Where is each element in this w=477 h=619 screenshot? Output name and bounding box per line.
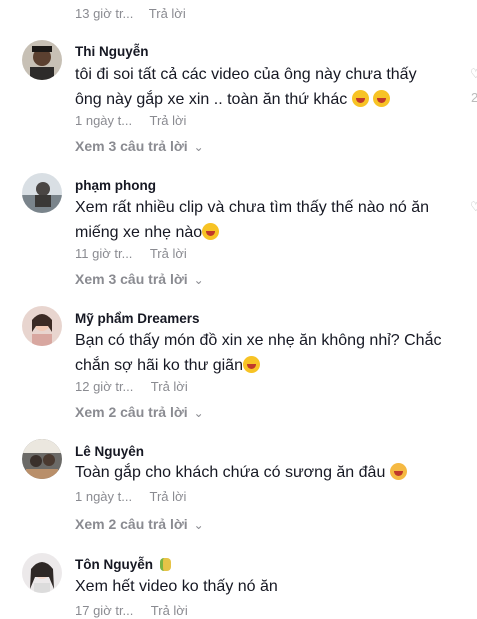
comment-author[interactable]: phạm phong: [75, 178, 156, 193]
comment-meta: 17 giờ tr... Trả lời: [75, 603, 188, 618]
comment-meta: 1 ngày t... Trả lời: [75, 489, 186, 504]
comment-text: Toàn gắp cho khách chứa có sương ăn đâu: [75, 460, 460, 485]
laugh-emoji-icon: [351, 90, 369, 107]
avatar[interactable]: [22, 306, 62, 346]
view-replies-button[interactable]: Xem 3 câu trả lời ⌄: [75, 138, 204, 154]
comment-author[interactable]: Tôn Nguyễn: [75, 557, 171, 572]
like-count: 2: [471, 90, 477, 105]
comment-text-line: Toàn gắp cho khách chứa có sương ăn đâu: [75, 464, 386, 481]
comment-text-line: miếng xe nhẹ nào: [75, 224, 203, 241]
comment-text-line: ông này gắp xe xin .. toàn ăn thứ khác: [75, 91, 348, 108]
view-replies-label: Xem 3 câu trả lời: [75, 271, 188, 287]
flushed-emoji-icon: [389, 463, 407, 480]
comment-text: tôi đi soi tất cả các video của ông này …: [75, 62, 460, 112]
comment-time: 1 ngày t...: [75, 113, 133, 128]
reply-button[interactable]: Trả lời: [149, 6, 186, 21]
comment-text-line: Xem hết video ko thấy nó ăn: [75, 578, 278, 595]
comment-author-name: Tôn Nguyễn: [75, 557, 153, 572]
comment-text: Xem rất nhiều clip và chưa tìm thấy thế …: [75, 195, 460, 245]
avatar[interactable]: [22, 40, 62, 80]
reply-button[interactable]: Trả lời: [151, 603, 188, 618]
corn-emoji-icon: [159, 558, 171, 571]
chevron-down-icon: ⌄: [193, 140, 204, 154]
laugh-emoji-icon: [202, 223, 220, 240]
comment-meta: 13 giờ tr... Trả lời: [75, 6, 198, 21]
comment-meta: 12 giờ tr... Trả lời: [75, 379, 188, 394]
comment-text: Bạn có thấy món đồ xin xe nhẹ ăn không n…: [75, 328, 460, 378]
comment-text-line: Xem rất nhiều clip và chưa tìm thấy thế …: [75, 199, 430, 216]
comment-text-line: chắn sợ hãi ko thư giãn: [75, 357, 243, 374]
avatar[interactable]: [22, 439, 62, 479]
laugh-emoji-icon: [242, 356, 260, 373]
avatar[interactable]: [22, 553, 62, 593]
view-replies-button[interactable]: Xem 2 câu trả lời ⌄: [75, 404, 204, 420]
view-replies-button[interactable]: Xem 2 câu trả lời ⌄: [75, 516, 204, 532]
comment-time: 17 giờ tr...: [75, 603, 134, 618]
like-icon[interactable]: ♡: [470, 199, 477, 215]
reply-button[interactable]: Trả lời: [151, 379, 188, 394]
view-replies-label: Xem 2 câu trả lời: [75, 516, 188, 532]
chevron-down-icon: ⌄: [193, 406, 204, 420]
comment-text-line: tôi đi soi tất cả các video của ông này …: [75, 66, 417, 83]
comment-time: 11 giờ tr...: [75, 246, 133, 261]
reply-button[interactable]: Trả lời: [149, 113, 186, 128]
comment-author[interactable]: Mỹ phẩm Dreamers: [75, 311, 200, 326]
view-replies-label: Xem 2 câu trả lời: [75, 404, 188, 420]
comment-meta: 11 giờ tr... Trả lời: [75, 246, 187, 261]
avatar[interactable]: [22, 173, 62, 213]
comment-meta: 1 ngày t... Trả lời: [75, 113, 186, 128]
chevron-down-icon: ⌄: [193, 273, 204, 287]
comment-text-line: Bạn có thấy món đồ xin xe nhẹ ăn không n…: [75, 332, 442, 349]
view-replies-label: Xem 3 câu trả lời: [75, 138, 188, 154]
comment-time: 1 ngày t...: [75, 489, 133, 504]
laugh-emoji-icon: [373, 90, 391, 107]
reply-button[interactable]: Trả lời: [150, 246, 187, 261]
comment-time: 12 giờ tr...: [75, 379, 134, 394]
comment-text: Xem hết video ko thấy nó ăn: [75, 574, 460, 599]
chevron-down-icon: ⌄: [193, 518, 204, 532]
view-replies-button[interactable]: Xem 3 câu trả lời ⌄: [75, 271, 204, 287]
like-icon[interactable]: ♡: [470, 66, 477, 82]
comment-time: 13 giờ tr...: [75, 6, 134, 21]
reply-button[interactable]: Trả lời: [149, 489, 186, 504]
comment-author[interactable]: Lê Nguyên: [75, 444, 144, 459]
comment-author[interactable]: Thi Nguyễn: [75, 44, 149, 59]
